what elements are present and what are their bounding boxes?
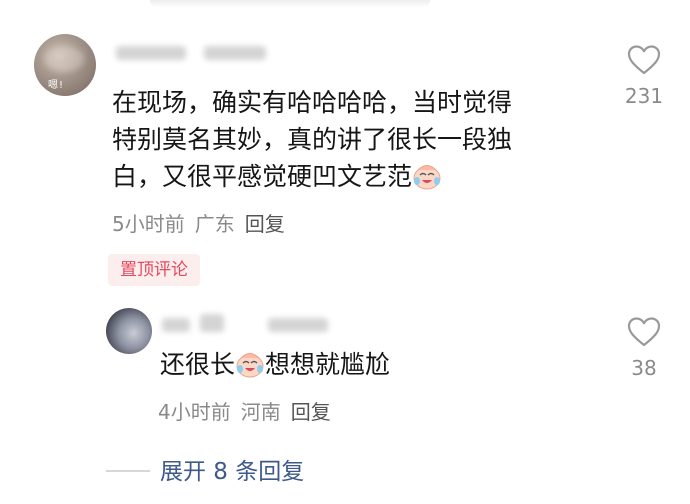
like-button[interactable]: 231 bbox=[614, 44, 674, 108]
username-blur-part bbox=[200, 314, 224, 332]
reply-button[interactable]: 回复 bbox=[245, 212, 285, 236]
reply-like-button[interactable]: 38 bbox=[614, 316, 674, 380]
reply-avatar[interactable] bbox=[106, 308, 152, 354]
comment-location: 广东 bbox=[194, 212, 235, 236]
avatar-image bbox=[44, 46, 84, 72]
username-blur-part bbox=[116, 46, 186, 60]
top-divider-fade bbox=[150, 0, 430, 8]
reply-button[interactable]: 回复 bbox=[291, 400, 331, 424]
comment-text: 在现场，确实有哈哈哈哈，当时觉得 特别莫名其妙，真的讲了很长一段独 白，又很平感… bbox=[112, 84, 602, 195]
reply-text-after: 想想就尴尬 bbox=[265, 350, 391, 379]
username-blur-part bbox=[162, 318, 190, 332]
reply-location: 河南 bbox=[240, 400, 281, 424]
comment-meta: 5小时前 广东 回复 bbox=[112, 208, 295, 237]
comment-line-text: 白，又很平感觉硬凹文艺范 bbox=[112, 162, 413, 191]
heart-outline-icon bbox=[627, 45, 661, 75]
reply-like-count: 38 bbox=[631, 356, 657, 380]
like-count: 231 bbox=[624, 84, 664, 108]
reply-meta: 4小时前 河南 回复 bbox=[158, 396, 341, 425]
heart-outline-icon bbox=[627, 317, 661, 347]
reply-time: 4小时前 bbox=[158, 400, 231, 424]
avatar[interactable]: 嗯! bbox=[34, 34, 96, 96]
expand-replies-button[interactable]: 展开 8 条回复 bbox=[160, 452, 304, 486]
pinned-badge: 置顶评论 bbox=[108, 254, 200, 286]
reply-text: 还很长 想想就尴尬 bbox=[160, 348, 390, 382]
expand-divider bbox=[106, 470, 150, 472]
reply-text-before: 还很长 bbox=[160, 350, 236, 379]
comment-time: 5小时前 bbox=[112, 212, 185, 236]
comment-line: 白，又很平感觉硬凹文艺范 bbox=[112, 158, 602, 195]
crying-laughing-emoji-icon bbox=[413, 165, 441, 190]
username-blur-part bbox=[204, 46, 266, 60]
avatar-sticker-text: 嗯! bbox=[48, 80, 65, 91]
comment-line: 在现场，确实有哈哈哈哈，当时觉得 bbox=[112, 88, 513, 117]
username-blur-part bbox=[268, 318, 328, 332]
comment-line: 特别莫名其妙，真的讲了很长一段独 bbox=[112, 125, 513, 154]
crying-laughing-emoji-icon bbox=[236, 353, 264, 378]
